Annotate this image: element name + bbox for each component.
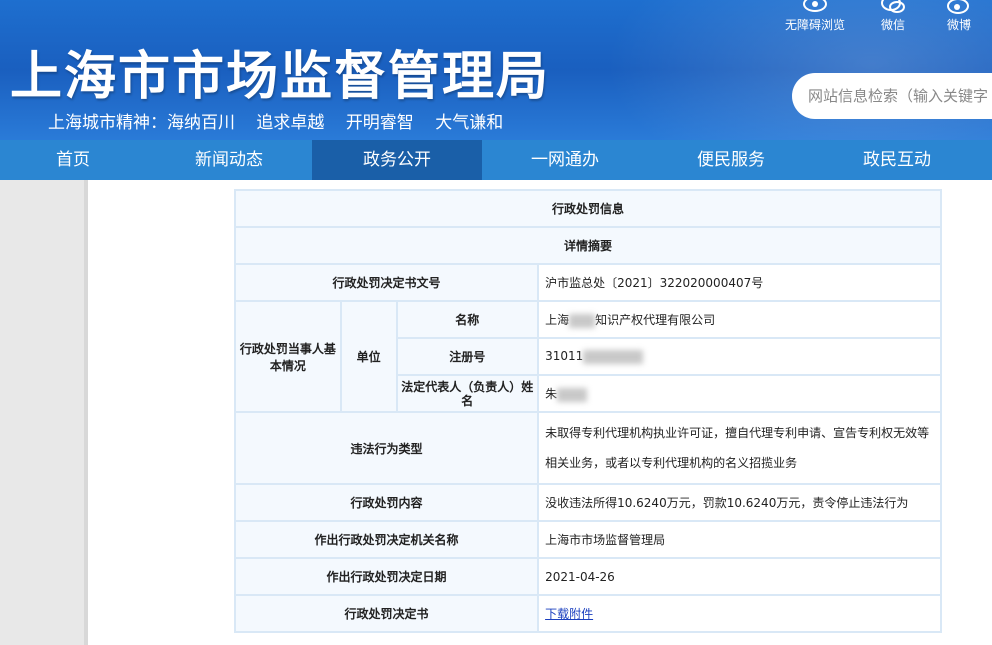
name-value: 上海 知识产权代理有限公司 [537,300,942,339]
nav-services[interactable]: 便民服务 [648,140,814,180]
name-suffix: 知识产权代理有限公司 [595,313,716,327]
wechat-label: 微信 [880,18,905,32]
weibo-icon [947,0,969,14]
authority-value: 上海市市场监督管理局 [537,520,942,559]
reg-prefix: 31011 [545,349,584,364]
redaction-blur [569,313,596,328]
party-label: 行政处罚当事人基本情况 [234,300,342,413]
table-title: 行政处罚信息 [234,189,942,228]
doc-number-value: 沪市监总处〔2021〕322020000407号 [537,263,942,302]
reg-value: 31011 [537,337,942,376]
date-label: 作出行政处罚决定日期 [233,557,540,596]
nav-home[interactable]: 首页 [0,140,146,180]
eye-icon [803,0,827,12]
authority-label: 作出行政处罚决定机关名称 [233,520,540,559]
slogan-part: 开明睿智 [345,113,414,133]
rep-prefix: 朱 [545,387,558,401]
violation-label: 违法行为类型 [233,411,540,485]
table-row: 行政处罚决定书 下载附件 [233,594,942,633]
table-row: 行政处罚当事人基本情况 单位 名称 上海 知识产权代理有限公司 [234,300,942,413]
city-slogan: 上海城市精神：海纳百川 追求卓越 开明睿智 大气谦和 [48,108,519,133]
accessibility-label: 无障碍浏览 [784,18,845,32]
main-nav: 首页 新闻动态 政务公开 一网通办 便民服务 政民互动 [0,140,992,180]
table-row: 详情摘要 [234,226,942,265]
nav-gov-affairs[interactable]: 政务公开 [312,140,482,180]
slogan-part: 上海城市精神：海纳百川 [48,113,235,133]
table-subtitle: 详情摘要 [234,226,942,265]
reg-label: 注册号 [395,337,540,376]
top-tools: 无障碍浏览 微信 微博 [770,0,992,34]
penalty-info-table: 行政处罚信息 详情摘要 行政处罚决定书文号 沪市监总处〔2021〕3220200… [233,189,942,633]
nav-one-stop[interactable]: 一网通办 [482,140,648,180]
table-row: 行政处罚信息 [234,189,942,228]
site-title[interactable]: 上海市市场监督管理局 [10,34,550,109]
decision-label: 行政处罚决定书 [233,594,540,633]
slogan-part: 大气谦和 [435,113,504,133]
table-row: 行政处罚内容 没收违法所得10.6240万元，罚款10.6240万元，责令停止违… [233,483,942,522]
wechat-icon [881,0,905,13]
violation-value: 未取得专利代理机构执业许可证，擅自代理专利申请、宣告专利权无效等相关业务，或者以… [537,411,942,485]
rep-label: 法定代表人（负责人）姓名 [395,374,540,413]
accessibility-button[interactable]: 无障碍浏览 [770,0,860,34]
wechat-button[interactable]: 微信 [860,0,926,34]
weibo-button[interactable]: 微博 [926,0,992,34]
unit-label: 单位 [339,300,398,413]
name-prefix: 上海 [545,313,570,327]
redaction-blur [557,387,588,402]
content-label: 行政处罚内容 [233,483,540,522]
table-row: 违法行为类型 未取得专利代理机构执业许可证，擅自代理专利申请、宣告专利权无效等相… [233,411,942,485]
date-value: 2021-04-26 [537,557,942,596]
search-input[interactable]: 网站信息检索（输入关键字 [792,73,992,119]
table-row: 作出行政处罚决定机关名称 上海市市场监督管理局 [233,520,942,559]
name-label: 名称 [395,300,540,339]
download-attachment-link[interactable]: 下载附件 [545,607,593,621]
nav-news[interactable]: 新闻动态 [146,140,312,180]
decision-cell: 下载附件 [537,594,942,633]
redaction-blur [583,349,644,364]
nav-interaction[interactable]: 政民互动 [814,140,980,180]
site-header: 上海市市场监督管理局 上海城市精神：海纳百川 追求卓越 开明睿智 大气谦和 无障… [0,0,992,140]
rep-value: 朱 [537,374,942,413]
table-row: 行政处罚决定书文号 沪市监总处〔2021〕322020000407号 [233,263,942,302]
doc-number-label: 行政处罚决定书文号 [233,263,540,302]
table-row: 作出行政处罚决定日期 2021-04-26 [233,557,942,596]
content-value: 没收违法所得10.6240万元，罚款10.6240万元，责令停止违法行为 [537,483,942,522]
weibo-label: 微博 [946,18,971,32]
slogan-part: 追求卓越 [256,113,325,133]
